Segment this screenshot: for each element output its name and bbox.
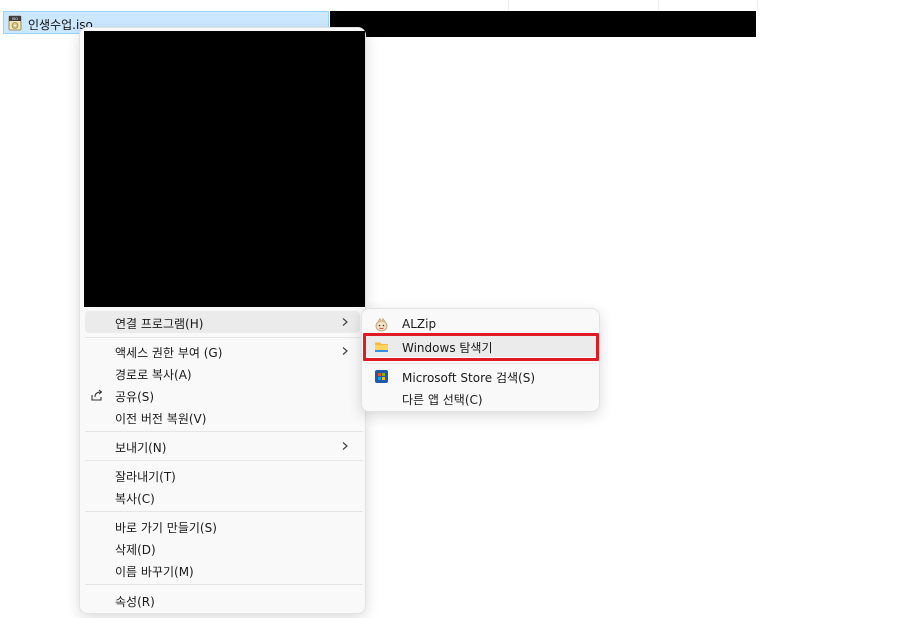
share-icon [91,389,103,401]
menu-separator [85,511,363,512]
menu-item-send-to[interactable]: 보내기(N) [85,435,360,457]
chevron-right-icon [342,318,348,326]
column-divider [658,0,659,10]
menu-item-label: 경로로 복사(A) [115,368,192,382]
redacted-region [330,11,756,37]
menu-item-copy-path[interactable]: 경로로 복사(A) [85,362,360,384]
menu-item-label: 연결 프로그램(H) [115,317,204,331]
menu-item-copy[interactable]: 복사(C) [85,486,360,508]
chevron-right-icon [342,347,348,355]
svg-text:ISO: ISO [12,17,18,21]
submenu-item-label: Microsoft Store 검색(S) [402,371,536,385]
open-with-submenu: ALZip Windows 탐색기 Microsoft Store 검색(S) … [361,308,600,412]
column-divider [757,0,758,10]
menu-item-properties[interactable]: 속성(R) [85,589,360,611]
menu-item-label: 바로 가기 만들기(S) [115,521,217,535]
menu-item-label: 삭제(D) [115,543,156,557]
submenu-item-label: 다른 앱 선택(C) [402,393,483,407]
menu-item-rename[interactable]: 이름 바꾸기(M) [85,559,360,581]
menu-separator [85,460,363,461]
annotation-highlight-box [363,333,599,361]
menu-item-label: 이름 바꾸기(M) [115,565,194,579]
menu-item-grant-access[interactable]: 액세스 권한 부여 (G) [85,340,360,362]
store-icon [375,370,388,383]
menu-item-label: 복사(C) [115,492,155,506]
column-divider [508,0,509,10]
menu-item-label: 이전 버전 복원(V) [115,412,207,426]
menu-separator [366,363,596,364]
menu-item-label: 액세스 권한 부여 (G) [115,346,223,360]
menu-separator [85,431,363,432]
menu-item-create-shortcut[interactable]: 바로 가기 만들기(S) [85,515,360,537]
menu-item-label: 공유(S) [115,390,155,404]
menu-separator [85,337,363,338]
menu-item-label: 잘라내기(T) [115,470,176,484]
menu-item-restore-previous[interactable]: 이전 버전 복원(V) [85,406,360,428]
submenu-item-alzip[interactable]: ALZip [366,313,596,335]
menu-item-label: 보내기(N) [115,441,167,455]
redacted-region [84,31,365,307]
menu-item-open-with[interactable]: 연결 프로그램(H) [85,311,360,333]
menu-item-share[interactable]: 공유(S) [85,384,360,406]
menu-item-label: 속성(R) [115,595,155,609]
disc-image-icon: ISO [8,15,22,31]
menu-item-delete[interactable]: 삭제(D) [85,537,360,559]
menu-item-cut[interactable]: 잘라내기(T) [85,464,360,486]
context-menu: 연결 프로그램(H) 액세스 권한 부여 (G) 경로로 복사(A) 공유(S)… [79,27,366,614]
submenu-item-label: ALZip [402,317,437,331]
submenu-item-choose-another-app[interactable]: 다른 앱 선택(C) [366,387,596,409]
menu-separator [85,584,363,585]
alzip-icon [375,317,388,332]
chevron-right-icon [342,442,348,450]
submenu-item-store-search[interactable]: Microsoft Store 검색(S) [366,365,596,387]
